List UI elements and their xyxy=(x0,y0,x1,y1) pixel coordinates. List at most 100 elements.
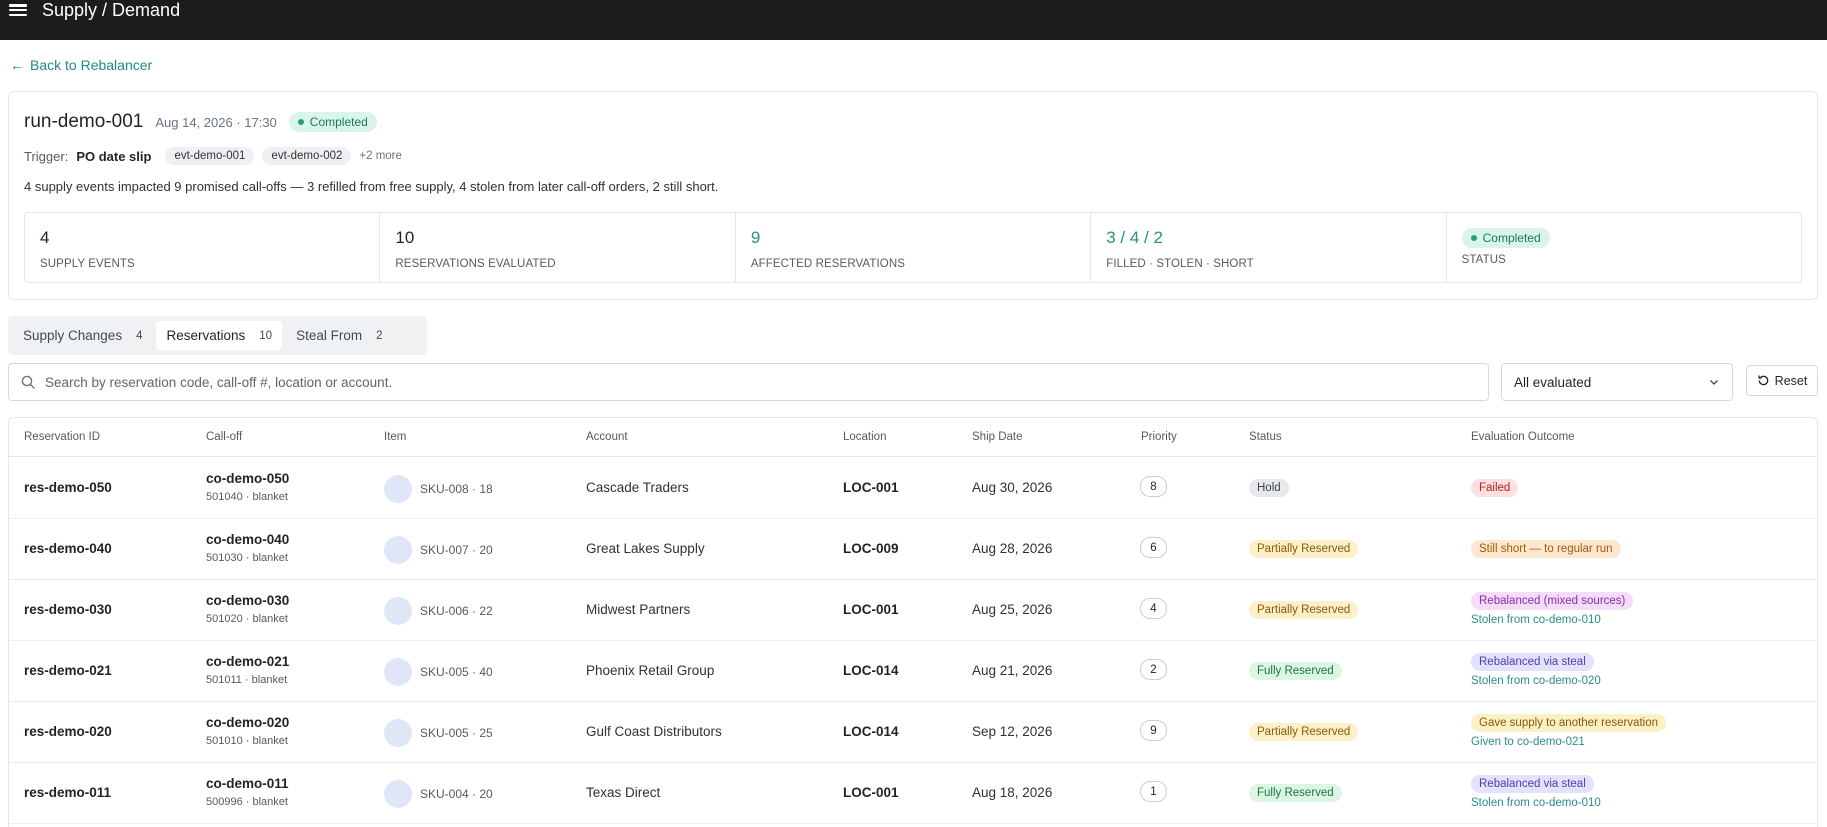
outcome-cell: Rebalanced via steal Stolen from co-demo-… xyxy=(1471,652,1601,687)
reservation-id[interactable]: res-demo-011 xyxy=(24,785,111,800)
column-header[interactable]: Item xyxy=(384,431,406,443)
calloff-id[interactable]: co-demo-040 xyxy=(206,532,289,547)
priority-badge: 6 xyxy=(1140,537,1167,558)
reservation-id[interactable]: res-demo-040 xyxy=(24,541,112,556)
back-link[interactable]: ← Back to Rebalancer xyxy=(10,57,152,73)
calloff-id[interactable]: co-demo-021 xyxy=(206,654,289,669)
status-badge-label: Completed xyxy=(1482,231,1541,245)
table-row[interactable]: res-demo-020 co-demo-020 501010 · blanket S… xyxy=(9,702,1817,763)
reservation-id[interactable]: res-demo-050 xyxy=(24,480,112,495)
status-cell: Fully Reserved xyxy=(1249,783,1342,802)
ship-date: Aug 28, 2026 xyxy=(972,541,1053,556)
item-thumbnail xyxy=(384,475,412,503)
item-sku: SKU-007 · 20 xyxy=(420,543,493,557)
outcome-cell: Still short — to regular run xyxy=(1471,539,1621,558)
stat-label: STATUS xyxy=(1461,254,1506,266)
calloff-id[interactable]: co-demo-030 xyxy=(206,593,289,608)
status-badge: Fully Reserved xyxy=(1249,784,1342,802)
table-row[interactable]: res-demo-011 co-demo-011 500996 · blanket S… xyxy=(9,763,1817,824)
stat-value: 10 xyxy=(395,228,415,247)
outcome-detail-link[interactable]: Stolen from co-demo-020 xyxy=(1471,675,1601,687)
item-thumbnail xyxy=(384,780,412,808)
outcome-detail-link[interactable]: Given to co-demo-021 xyxy=(1471,736,1666,748)
search-box xyxy=(8,363,1489,401)
stat-label: FILLED · STOLEN · SHORT xyxy=(1106,258,1254,270)
table-row[interactable]: res-demo-030 co-demo-030 501020 · blanket S… xyxy=(9,580,1817,641)
evaluation-filter-select[interactable]: All evaluated xyxy=(1501,363,1733,401)
priority-badge: 1 xyxy=(1140,781,1167,802)
location-code: LOC-001 xyxy=(843,785,899,800)
reservation-id[interactable]: res-demo-020 xyxy=(24,724,112,739)
item-cell: SKU-004 · 20 xyxy=(384,780,493,808)
hamburger-icon[interactable] xyxy=(9,2,27,18)
outcome-detail-link[interactable]: Stolen from co-demo-010 xyxy=(1471,614,1633,626)
tab-reservations[interactable]: Reservations 10 xyxy=(156,321,283,350)
outcome-badge: Rebalanced via steal xyxy=(1471,775,1594,793)
column-header[interactable]: Evaluation Outcome xyxy=(1471,431,1575,443)
tab-supply-changes[interactable]: Supply Changes 4 xyxy=(13,321,152,350)
column-header[interactable]: Status xyxy=(1249,431,1282,443)
item-cell: SKU-007 · 20 xyxy=(384,536,493,564)
outcome-cell: Gave supply to another reservation Given … xyxy=(1471,713,1666,748)
dot-icon xyxy=(1470,235,1477,241)
calloff-id[interactable]: co-demo-020 xyxy=(206,715,289,730)
ship-date: Aug 30, 2026 xyxy=(972,480,1053,495)
stats-strip: 4 SUPPLY EVENTS 10 RESERVATIONS EVALUATE… xyxy=(24,212,1802,283)
account-name: Phoenix Retail Group xyxy=(586,663,715,678)
reset-label: Reset xyxy=(1774,373,1808,388)
chevron-down-icon xyxy=(1710,380,1718,385)
calloff-sub: 501020 · blanket xyxy=(206,613,288,625)
table-row[interactable]: res-demo-050 co-demo-050 501040 · blanket S… xyxy=(9,458,1817,519)
tab-count: 2 xyxy=(376,329,383,342)
search-input[interactable] xyxy=(45,374,1445,390)
calloff-cell: co-demo-011 500996 · blanket xyxy=(206,776,289,808)
stat-label: RESERVATIONS EVALUATED xyxy=(395,258,556,270)
run-id: run-demo-001 xyxy=(24,111,144,132)
status-cell: Partially Reserved xyxy=(1249,722,1359,741)
item-thumbnail xyxy=(384,536,412,564)
calloff-id[interactable]: co-demo-011 xyxy=(206,776,289,791)
reservation-id[interactable]: res-demo-030 xyxy=(24,602,112,617)
column-header[interactable]: Priority xyxy=(1141,431,1177,443)
location-code: LOC-014 xyxy=(843,724,899,739)
column-header[interactable]: Account xyxy=(586,431,628,443)
outcome-detail-link[interactable]: Stolen from co-demo-010 xyxy=(1471,797,1601,809)
calloff-id[interactable]: co-demo-050 xyxy=(206,471,289,486)
item-thumbnail xyxy=(384,597,412,625)
column-header[interactable]: Ship Date xyxy=(972,431,1023,443)
outcome-badge: Rebalanced via steal xyxy=(1471,653,1594,671)
trigger-label: Trigger: xyxy=(24,148,69,164)
trigger-value: PO date slip xyxy=(76,148,152,164)
item-sku: SKU-004 · 20 xyxy=(420,787,493,801)
more-events-link[interactable]: +2 more xyxy=(359,150,402,162)
column-header[interactable]: Location xyxy=(843,431,886,443)
outcome-badge: Gave supply to another reservation xyxy=(1471,714,1666,732)
calloff-sub: 501011 · blanket xyxy=(206,674,288,686)
ship-date: Aug 25, 2026 xyxy=(972,602,1053,617)
calloff-sub: 500996 · blanket xyxy=(206,796,288,808)
search-icon xyxy=(21,375,35,389)
item-sku: SKU-008 · 18 xyxy=(420,482,493,496)
tab-count: 4 xyxy=(136,329,143,342)
event-chip[interactable]: evt-demo-002 xyxy=(262,147,352,165)
ship-date: Aug 18, 2026 xyxy=(972,785,1053,800)
item-cell: SKU-005 · 25 xyxy=(384,719,493,747)
reservation-id[interactable]: res-demo-021 xyxy=(24,663,112,678)
tab-steal-from[interactable]: Steal From 2 xyxy=(286,321,392,350)
table-row[interactable]: res-demo-021 co-demo-021 501011 · blanket S… xyxy=(9,641,1817,702)
stat-reservations-evaluated: 10 RESERVATIONS EVALUATED xyxy=(380,213,736,282)
run-summary-text: 4 supply events impacted 9 promised call… xyxy=(24,179,719,194)
calloff-cell: co-demo-050 501040 · blanket xyxy=(206,471,289,503)
column-header[interactable]: Call-off xyxy=(206,431,242,443)
reset-button[interactable]: Reset xyxy=(1746,365,1818,396)
event-chip[interactable]: evt-demo-001 xyxy=(165,147,255,165)
tab-label: Reservations xyxy=(166,328,246,343)
account-name: Texas Direct xyxy=(586,785,661,800)
arrow-left-icon: ← xyxy=(10,57,24,73)
item-sku: SKU-005 · 40 xyxy=(420,665,493,679)
column-header[interactable]: Reservation ID xyxy=(24,431,100,443)
run-status-label: Completed xyxy=(309,115,368,129)
reservations-table: Reservation ID Call-off Item Account Loc… xyxy=(8,417,1818,827)
status-cell: Partially Reserved xyxy=(1249,600,1359,619)
table-row[interactable]: res-demo-040 co-demo-040 501030 · blanket S… xyxy=(9,519,1817,580)
